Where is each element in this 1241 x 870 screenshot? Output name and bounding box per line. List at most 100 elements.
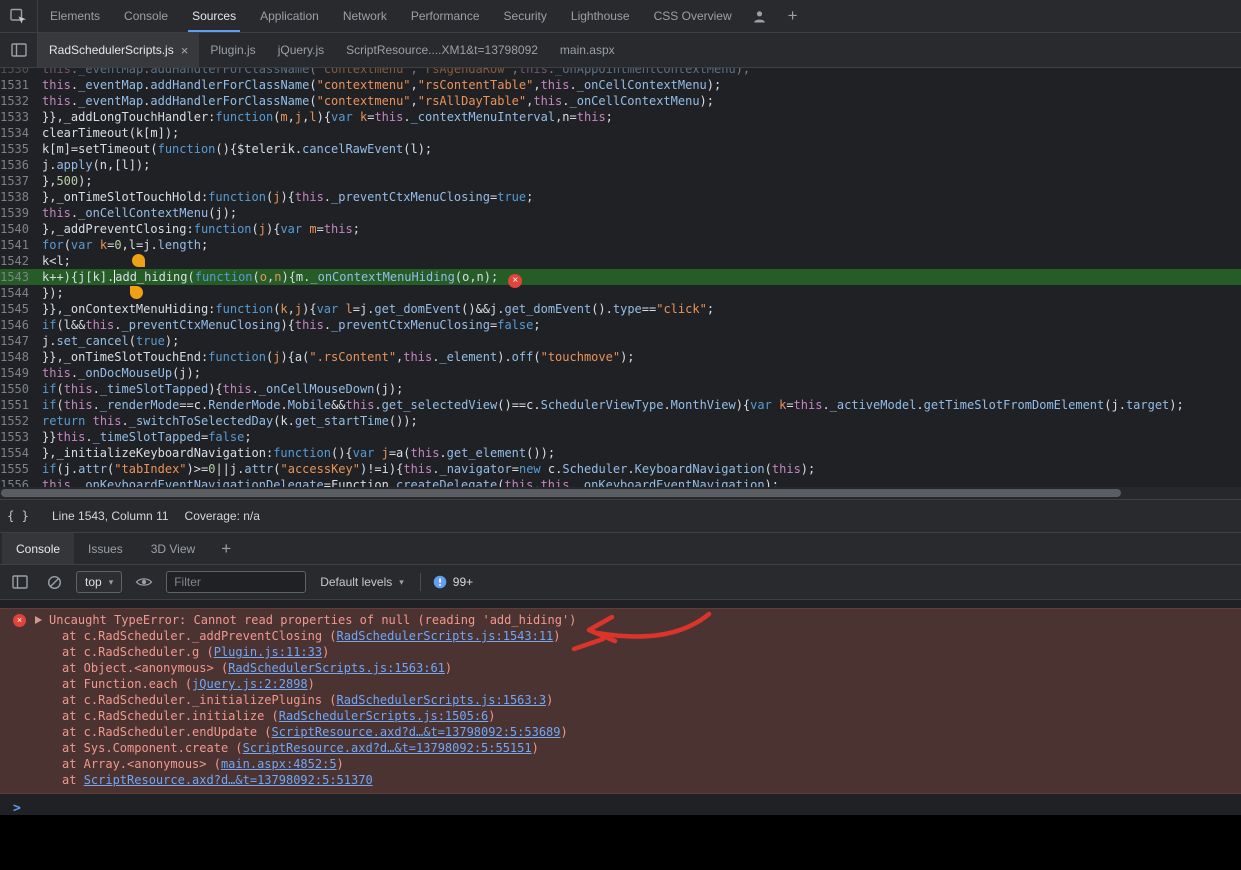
line-number[interactable]: 1549 <box>0 365 42 381</box>
selection-handle-bottom-icon[interactable] <box>130 286 143 299</box>
selection-handle-top-icon[interactable] <box>132 254 145 267</box>
add-drawer-tab-button[interactable]: + <box>209 533 243 564</box>
source-link[interactable]: RadSchedulerScripts.js:1543:11 <box>337 629 554 643</box>
line-number[interactable]: 1537 <box>0 173 42 189</box>
panel-tab-elements[interactable]: Elements <box>38 0 112 32</box>
more-panels-button[interactable]: + <box>776 0 810 32</box>
code-line-1547[interactable]: 1547j.set_cancel(true); <box>0 333 1241 349</box>
pretty-print-button[interactable]: { } <box>0 500 36 532</box>
drawer-tab-console[interactable]: Console <box>2 533 74 564</box>
code-line-1530[interactable]: 1530this._eventMap.addHandlerForClassNam… <box>0 68 1241 77</box>
panel-tab-security[interactable]: Security <box>492 0 559 32</box>
line-number[interactable]: 1556 <box>0 477 42 487</box>
code-line-1540[interactable]: 1540},_addPreventClosing:function(j){var… <box>0 221 1241 237</box>
code-line-1549[interactable]: 1549this._onDocMouseUp(j); <box>0 365 1241 381</box>
line-number[interactable]: 1547 <box>0 333 42 349</box>
line-number[interactable]: 1548 <box>0 349 42 365</box>
file-tab-main-aspx[interactable]: main.aspx <box>549 33 626 67</box>
code-line-1535[interactable]: 1535k[m]=setTimeout(function(){$telerik.… <box>0 141 1241 157</box>
line-number[interactable]: 1536 <box>0 157 42 173</box>
code-line-1532[interactable]: 1532this._eventMap.addHandlerForClassNam… <box>0 93 1241 109</box>
line-number[interactable]: 1531 <box>0 77 42 93</box>
code-line-1548[interactable]: 1548}},_onTimeSlotTouchEnd:function(j){a… <box>0 349 1241 365</box>
line-number[interactable]: 1553 <box>0 429 42 445</box>
file-tab-radschedulerscripts-js[interactable]: RadSchedulerScripts.js× <box>38 33 199 67</box>
line-number[interactable]: 1543 <box>0 269 42 285</box>
code-line-1545[interactable]: 1545}},_onContextMenuHiding:function(k,j… <box>0 301 1241 317</box>
file-tab-plugin-js[interactable]: Plugin.js <box>199 33 266 67</box>
code-line-1552[interactable]: 1552return this._switchToSelectedDay(k.g… <box>0 413 1241 429</box>
horizontal-scrollbar[interactable] <box>0 487 1241 499</box>
code-line-1538[interactable]: 1538},_onTimeSlotTouchHold:function(j){t… <box>0 189 1241 205</box>
source-link[interactable]: ScriptResource.axd?d…&t=13798092:5:53689 <box>272 725 561 739</box>
source-link[interactable]: jQuery.js:2:2898 <box>192 677 308 691</box>
code-line-1537[interactable]: 1537},500); <box>0 173 1241 189</box>
code-line-1542[interactable]: 1542k<l; <box>0 253 1241 269</box>
code-line-1541[interactable]: 1541for(var k=0,l=j.length; <box>0 237 1241 253</box>
line-number[interactable]: 1540 <box>0 221 42 237</box>
line-number[interactable]: 1533 <box>0 109 42 125</box>
code-line-1534[interactable]: 1534clearTimeout(k[m]); <box>0 125 1241 141</box>
line-number[interactable]: 1544 <box>0 285 42 301</box>
panel-tab-console[interactable]: Console <box>112 0 180 32</box>
code-line-1556[interactable]: 1556this._onKeyboardEventNavigationDeleg… <box>0 477 1241 487</box>
code-editor[interactable]: 1530this._eventMap.addHandlerForClassNam… <box>0 68 1241 487</box>
inspect-icon[interactable] <box>0 0 38 32</box>
line-number[interactable]: 1534 <box>0 125 42 141</box>
line-number[interactable]: 1545 <box>0 301 42 317</box>
console-filter-input[interactable] <box>166 571 306 593</box>
line-number[interactable]: 1532 <box>0 93 42 109</box>
code-line-1550[interactable]: 1550if(this._timeSlotTapped){this._onCel… <box>0 381 1241 397</box>
line-number[interactable]: 1530 <box>0 68 42 77</box>
source-link[interactable]: RadSchedulerScripts.js:1563:3 <box>337 693 547 707</box>
code-line-1551[interactable]: 1551if(this._renderMode==c.RenderMode.Mo… <box>0 397 1241 413</box>
expand-triangle-icon[interactable] <box>35 616 42 624</box>
code-line-1539[interactable]: 1539this._onCellContextMenu(j); <box>0 205 1241 221</box>
code-line-1544[interactable]: 1544}); <box>0 285 1241 301</box>
line-number[interactable]: 1538 <box>0 189 42 205</box>
line-number[interactable]: 1542 <box>0 253 42 269</box>
code-line-1536[interactable]: 1536j.apply(n,[l]); <box>0 157 1241 173</box>
line-number[interactable]: 1535 <box>0 141 42 157</box>
panel-tab-css-overview[interactable]: CSS Overview <box>642 0 744 32</box>
line-number[interactable]: 1554 <box>0 445 42 461</box>
panel-tab-application[interactable]: Application <box>248 0 331 32</box>
code-line-1555[interactable]: 1555if(j.attr("tabIndex")>=0||j.attr("ac… <box>0 461 1241 477</box>
source-link[interactable]: ScriptResource.axd?d…&t=13798092:5:51370 <box>84 773 373 787</box>
code-line-1554[interactable]: 1554},_initializeKeyboardNavigation:func… <box>0 445 1241 461</box>
user-panel-icon[interactable] <box>744 0 776 32</box>
line-number[interactable]: 1546 <box>0 317 42 333</box>
drawer-tab-3d-view[interactable]: 3D View <box>137 533 209 564</box>
code-line-1543[interactable]: 1543k++){j[k].add_hiding(function(o,n){m… <box>0 269 1241 285</box>
code-line-1531[interactable]: 1531this._eventMap.addHandlerForClassNam… <box>0 77 1241 93</box>
line-number[interactable]: 1539 <box>0 205 42 221</box>
panel-tab-network[interactable]: Network <box>331 0 399 32</box>
panel-tab-sources[interactable]: Sources <box>180 0 248 32</box>
code-line-1546[interactable]: 1546if(l&&this._preventCtxMenuClosing){t… <box>0 317 1241 333</box>
source-link[interactable]: RadSchedulerScripts.js:1563:61 <box>228 661 445 675</box>
source-link[interactable]: Plugin.js:11:33 <box>214 645 322 659</box>
line-number[interactable]: 1552 <box>0 413 42 429</box>
file-tab-jquery-js[interactable]: jQuery.js <box>267 33 335 67</box>
scrollbar-thumb[interactable] <box>1 489 1121 497</box>
console-sidebar-icon[interactable] <box>8 570 32 594</box>
issues-counter[interactable]: 99+ <box>433 575 473 589</box>
line-number[interactable]: 1541 <box>0 237 42 253</box>
code-line-1533[interactable]: 1533}},_addLongTouchHandler:function(m,j… <box>0 109 1241 125</box>
line-number[interactable]: 1551 <box>0 397 42 413</box>
close-icon[interactable]: × <box>181 43 189 58</box>
live-expression-eye-icon[interactable] <box>132 570 156 594</box>
navigator-toggle-icon[interactable] <box>0 33 38 67</box>
console-prompt[interactable]: > <box>0 800 1241 815</box>
panel-tab-lighthouse[interactable]: Lighthouse <box>559 0 642 32</box>
code-line-1553[interactable]: 1553}}this._timeSlotTapped=false; <box>0 429 1241 445</box>
clear-console-icon[interactable] <box>42 570 66 594</box>
source-link[interactable]: RadSchedulerScripts.js:1505:6 <box>279 709 489 723</box>
drawer-tab-issues[interactable]: Issues <box>74 533 137 564</box>
source-link[interactable]: ScriptResource.axd?d…&t=13798092:5:55151 <box>243 741 532 755</box>
source-link[interactable]: main.aspx:4852:5 <box>221 757 337 771</box>
line-number[interactable]: 1550 <box>0 381 42 397</box>
log-levels-dropdown[interactable]: Default levels ▾ <box>316 575 408 589</box>
file-tab-scriptresource-xm1-t-13798092[interactable]: ScriptResource....XM1&t=13798092 <box>335 33 549 67</box>
panel-tab-performance[interactable]: Performance <box>399 0 492 32</box>
